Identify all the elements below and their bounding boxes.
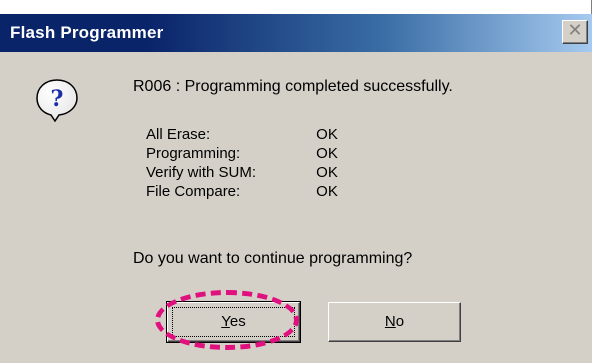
focus-rectangle: [172, 307, 295, 337]
status-row-all-erase: All Erase: OK: [146, 125, 338, 144]
question-icon: ?: [36, 79, 78, 122]
status-value: OK: [316, 145, 338, 162]
status-value: OK: [316, 164, 338, 181]
result-message: R006 : Programming completed successfull…: [133, 78, 453, 95]
status-row-file-compare: File Compare: OK: [146, 182, 338, 201]
no-label: o: [395, 313, 405, 330]
continue-question: Do you want to continue programming?: [133, 250, 413, 267]
svg-text:?: ?: [51, 86, 64, 112]
close-icon: ✕: [567, 20, 583, 41]
status-value: OK: [316, 126, 338, 143]
status-label: All Erase:: [146, 126, 211, 143]
yes-button[interactable]: Yes: [166, 301, 301, 343]
status-label: File Compare:: [146, 183, 241, 200]
no-button[interactable]: No: [328, 302, 461, 342]
close-button[interactable]: ✕: [562, 20, 588, 44]
status-row-verify-with-sum: Verify with SUM: OK: [146, 163, 338, 182]
status-row-programming: Programming: OK: [146, 144, 338, 163]
status-label: Programming:: [146, 145, 241, 162]
status-value: OK: [316, 183, 338, 200]
title-bar[interactable]: Flash Programmer ✕: [0, 14, 592, 52]
flash-programmer-dialog: Flash Programmer ✕ ? R006 : Programming …: [0, 0, 592, 363]
no-mnemonic: N: [384, 313, 396, 330]
status-label: Verify with SUM:: [146, 164, 257, 181]
window-title: Flash Programmer: [10, 23, 164, 42]
status-list: All Erase: OK Programming: OK Verify wit…: [146, 125, 338, 201]
